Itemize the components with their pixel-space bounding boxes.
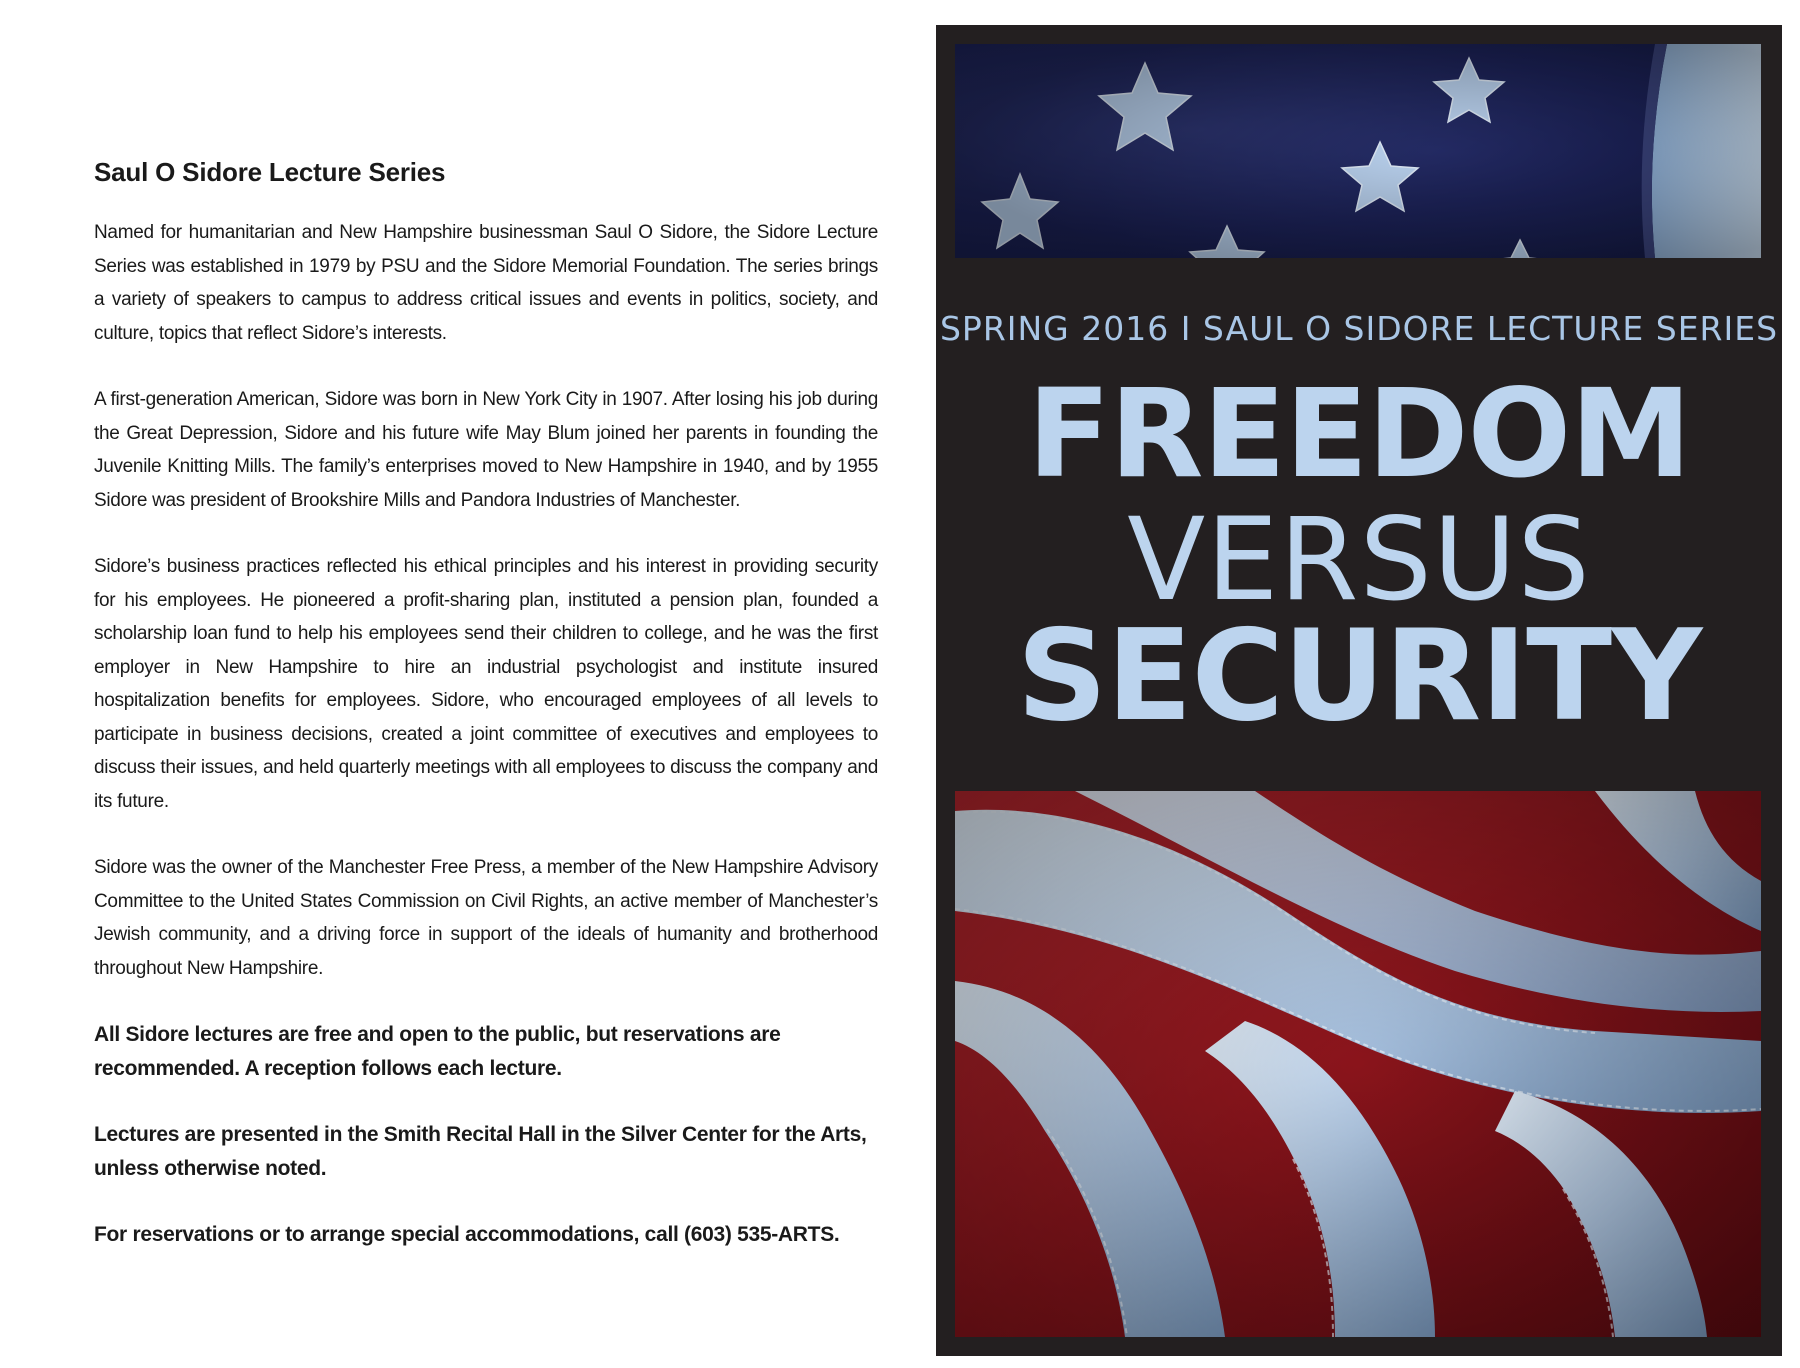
title-freedom: FREEDOM <box>1027 363 1691 505</box>
text-column: Saul O Sidore Lecture Series Named for h… <box>94 152 878 1285</box>
note-reservations: For reservations or to arrange special a… <box>94 1223 840 1246</box>
stars-field-graphic <box>955 44 1761 258</box>
note-free-admission: All Sidore lectures are free and open to… <box>94 1023 781 1080</box>
note-venue: Lectures are presented in the Smith Reci… <box>94 1123 867 1180</box>
title-versus: VERSUS <box>1127 493 1591 626</box>
paragraph-intro: Named for humanitarian and New Hampshire… <box>94 222 878 344</box>
paragraph-business-practices: Sidore’s business practices reflected hi… <box>94 556 878 812</box>
title-security: SECURITY <box>1016 602 1703 749</box>
stripes-graphic <box>955 791 1761 1337</box>
cover-subtitle: SPRING 2016 I SAUL O SIDORE LECTURE SERI… <box>939 309 1779 348</box>
cover-panel: SPRING 2016 I SAUL O SIDORE LECTURE SERI… <box>936 25 1782 1356</box>
paragraph-biography: A first-generation American, Sidore was … <box>94 389 878 511</box>
flag-stars-image <box>955 44 1761 258</box>
flag-stripes-image <box>955 791 1761 1337</box>
paragraph-civic-roles: Sidore was the owner of the Manchester F… <box>94 857 878 979</box>
series-heading: Saul O Sidore Lecture Series <box>94 157 446 187</box>
